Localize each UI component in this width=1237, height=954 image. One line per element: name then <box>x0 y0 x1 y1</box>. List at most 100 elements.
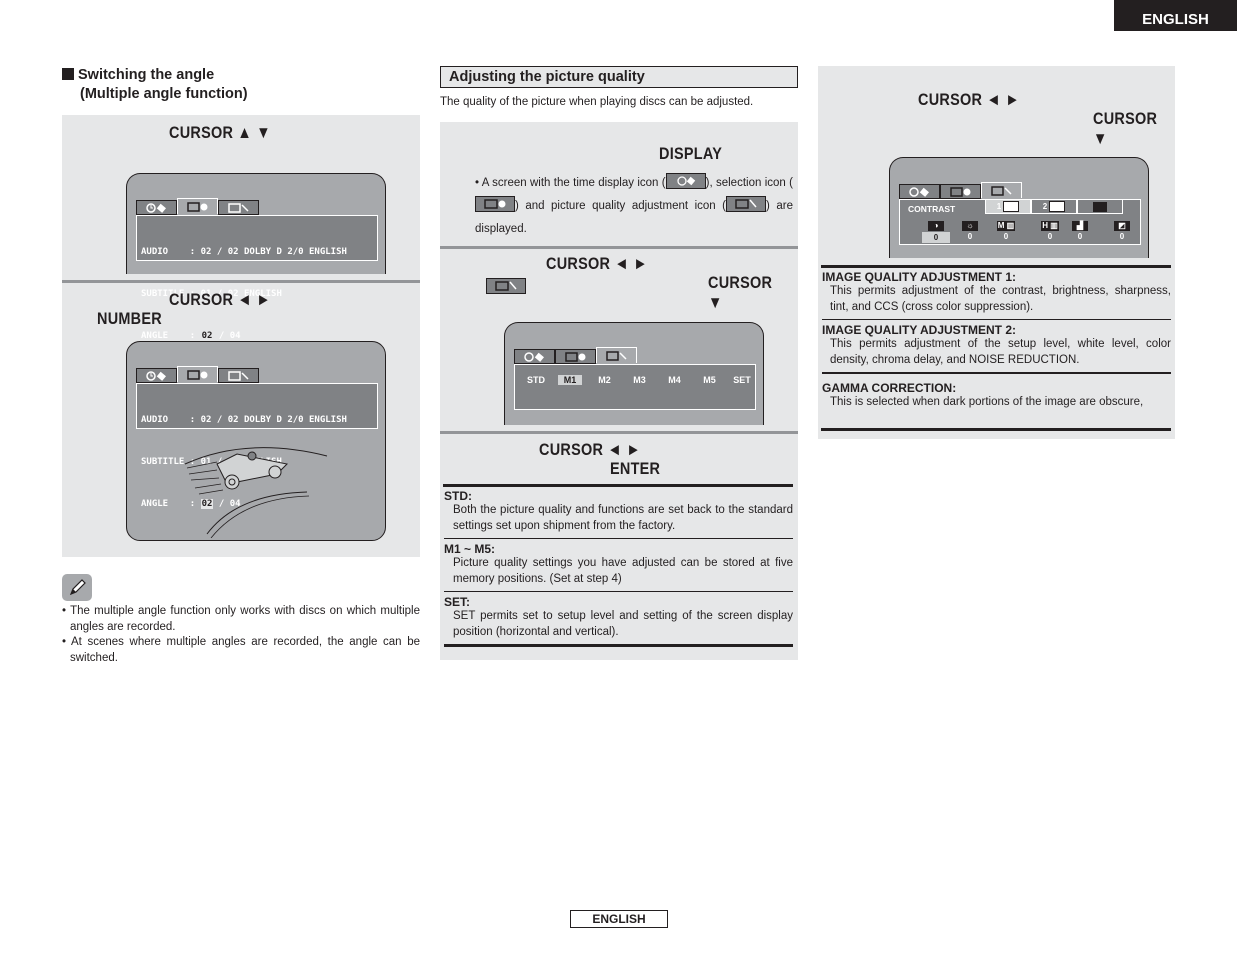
selection-icon <box>940 184 981 199</box>
definitions-list: STD: Both the picture quality and functi… <box>444 489 793 647</box>
step-cursor-down: CURSOR ▼ <box>708 273 773 312</box>
step-cursor-down: CURSOR ▼ <box>1093 109 1158 148</box>
mode-tab-gamma[interactable] <box>1077 199 1123 214</box>
picture-quality-icon <box>218 200 259 215</box>
time-display-icon <box>136 200 177 215</box>
step-display: DISPLAY <box>659 144 723 163</box>
step-enter: ENTER <box>610 459 661 478</box>
control-tint[interactable]: ▟ 0 <box>1064 220 1096 242</box>
selection-icon <box>555 349 596 364</box>
definition-set: SET: SET permits set to setup level and … <box>444 592 793 647</box>
control-value: 0 <box>1119 232 1125 241</box>
picture-quality-icon <box>726 196 767 212</box>
sharpness-h-icon: H ▥ <box>1041 221 1059 231</box>
mode-tab-1[interactable]: 1 <box>985 199 1031 214</box>
rule <box>443 484 793 487</box>
control-value: 0 <box>967 232 973 241</box>
image-quality-definitions: IMAGE QUALITY ADJUSTMENT 1: This permits… <box>822 270 1171 411</box>
menu-item-m2[interactable]: M2 <box>587 375 622 385</box>
adjustment-controls: ◑ 0 ☼ 0 M ▥ 0 H ▥ 0 ▟ 0 ◩ 0 <box>920 220 1140 244</box>
control-contrast[interactable]: ◑ 0 <box>920 220 952 243</box>
step-separator <box>62 280 420 283</box>
picture-quality-steps-panel: DISPLAY • A screen with the time display… <box>440 122 798 660</box>
menu-item-std[interactable]: STD <box>519 375 553 385</box>
time-display-icon <box>514 349 555 364</box>
image-adjust-icon <box>1049 201 1066 212</box>
step-cursor-up-down: CURSOR ▲ ▼ <box>169 123 271 142</box>
control-value: 0 <box>1047 232 1053 241</box>
menu-item-set[interactable]: SET <box>727 375 757 385</box>
contrast-icon: ◑ <box>928 221 944 231</box>
footer-language-label: ENGLISH <box>570 910 668 928</box>
control-brightness[interactable]: ☼ 0 <box>954 220 986 242</box>
image-quality-osd-box: CONTRAST 1 2 ◑ 0 ☼ 0 M ▥ 0 H ▥ 0 ▟ 0 ◩ 0 <box>899 199 1141 245</box>
display-description: • A screen with the time display icon ()… <box>475 172 793 241</box>
angle-steps-panel: CURSOR ▲ ▼ AUDIO : 02 / 02 DOLBY D 2/0 E… <box>62 115 420 557</box>
notes-list: • The multiple angle function only works… <box>62 604 420 666</box>
osd-tabs <box>514 347 637 364</box>
memory-menu-box <box>514 364 756 410</box>
language-tab: ENGLISH <box>1114 0 1237 31</box>
definition-iqa1: IMAGE QUALITY ADJUSTMENT 1: This permits… <box>822 270 1171 320</box>
tv-screen-image-quality: CONTRAST 1 2 ◑ 0 ☼ 0 M ▥ 0 H ▥ 0 ▟ 0 ◩ 0 <box>889 157 1149 258</box>
tv-screen-osd-2: AUDIO : 02 / 02 DOLBY D 2/0 ENGLISH SUBT… <box>126 341 386 541</box>
race-car-illustration <box>184 447 328 538</box>
tv-screen-memory-menu: STD M1 M2 M3 M4 M5 SET <box>504 322 764 425</box>
step-cursor-left-right: CURSOR ◄ ► <box>169 290 271 309</box>
picture-quality-icon <box>596 347 637 363</box>
definition-std: STD: Both the picture quality and functi… <box>444 489 793 539</box>
control-value: 0 <box>1077 232 1083 241</box>
control-value: 0 <box>922 232 950 243</box>
memory-menu-items: STD M1 M2 M3 M4 M5 SET <box>519 375 757 385</box>
time-display-icon <box>665 173 706 189</box>
step-cursor-left-right: CURSOR ◄ ► <box>539 440 641 459</box>
rule <box>821 428 1171 431</box>
section-title-picture-quality: Adjusting the picture quality <box>440 66 798 88</box>
menu-item-m4[interactable]: M4 <box>657 375 692 385</box>
intro-text: The quality of the picture when playing … <box>440 96 754 108</box>
time-display-icon <box>899 184 940 199</box>
picture-quality-icon <box>981 182 1022 198</box>
definition-m1-m5: M1 ~ M5: Picture quality settings you ha… <box>444 539 793 592</box>
menu-item-m5[interactable]: M5 <box>692 375 727 385</box>
selection-icon <box>177 198 218 214</box>
tint-icon: ▟ <box>1072 221 1088 231</box>
osd-tabs <box>899 182 1022 199</box>
adjustment-mode-tabs: 1 2 <box>985 199 1123 214</box>
menu-item-m3[interactable]: M3 <box>622 375 657 385</box>
step-number: NUMBER <box>97 309 162 328</box>
mode-tab-2[interactable]: 2 <box>1031 199 1077 214</box>
osd-tabs <box>136 366 259 383</box>
definition-iqa2: IMAGE QUALITY ADJUSTMENT 2: This permits… <box>822 320 1171 374</box>
step-cursor-left-right: CURSOR ◄ ► <box>546 254 648 273</box>
menu-item-m1[interactable]: M1 <box>558 375 582 385</box>
step-separator <box>440 431 798 434</box>
step-cursor-left-right: CURSOR ◄ ► <box>918 90 1020 109</box>
control-value: 0 <box>1003 232 1009 241</box>
definition-gamma: GAMMA CORRECTION: This is selected when … <box>822 381 1144 408</box>
tv-screen-osd-1: AUDIO : 02 / 02 DOLBY D 2/0 ENGLISH SUBT… <box>126 173 386 341</box>
contrast-label: CONTRAST <box>908 204 956 214</box>
control-sharpness-m[interactable]: M ▥ 0 <box>990 220 1022 242</box>
note-item: • The multiple angle function only works… <box>62 605 420 633</box>
section-square-icon <box>62 68 74 80</box>
ccs-icon: ◩ <box>1114 221 1130 231</box>
osd-tabs <box>136 198 259 215</box>
osd-row-audio: AUDIO : 02 / 02 DOLBY D 2/0 ENGLISH <box>141 415 347 425</box>
control-ccs[interactable]: ◩ 0 <box>1106 220 1138 242</box>
image-quality-panel: CURSOR ◄ ► CURSOR ▼ CONTRAST 1 2 ◑ 0 ☼ 0 M ▥… <box>818 66 1175 439</box>
picture-quality-icon <box>218 368 259 383</box>
picture-quality-icon <box>486 278 526 294</box>
osd-info-box: AUDIO : 02 / 02 DOLBY D 2/0 ENGLISH SUBT… <box>136 383 378 509</box>
note-item: • At scenes where multiple angles are re… <box>62 636 420 664</box>
osd-info-box: AUDIO : 02 / 02 DOLBY D 2/0 ENGLISH SUBT… <box>136 215 378 341</box>
step-separator <box>440 246 798 249</box>
rule <box>821 265 1171 268</box>
brightness-icon: ☼ <box>962 221 978 231</box>
section-title-switching-angle: Switching the angle (Multiple angle func… <box>62 66 248 104</box>
note-pencil-icon <box>62 574 92 601</box>
gamma-icon <box>1093 201 1107 212</box>
sharpness-m-icon: M ▥ <box>996 221 1016 231</box>
time-display-icon <box>136 368 177 383</box>
control-sharpness-h[interactable]: H ▥ 0 <box>1034 220 1066 242</box>
